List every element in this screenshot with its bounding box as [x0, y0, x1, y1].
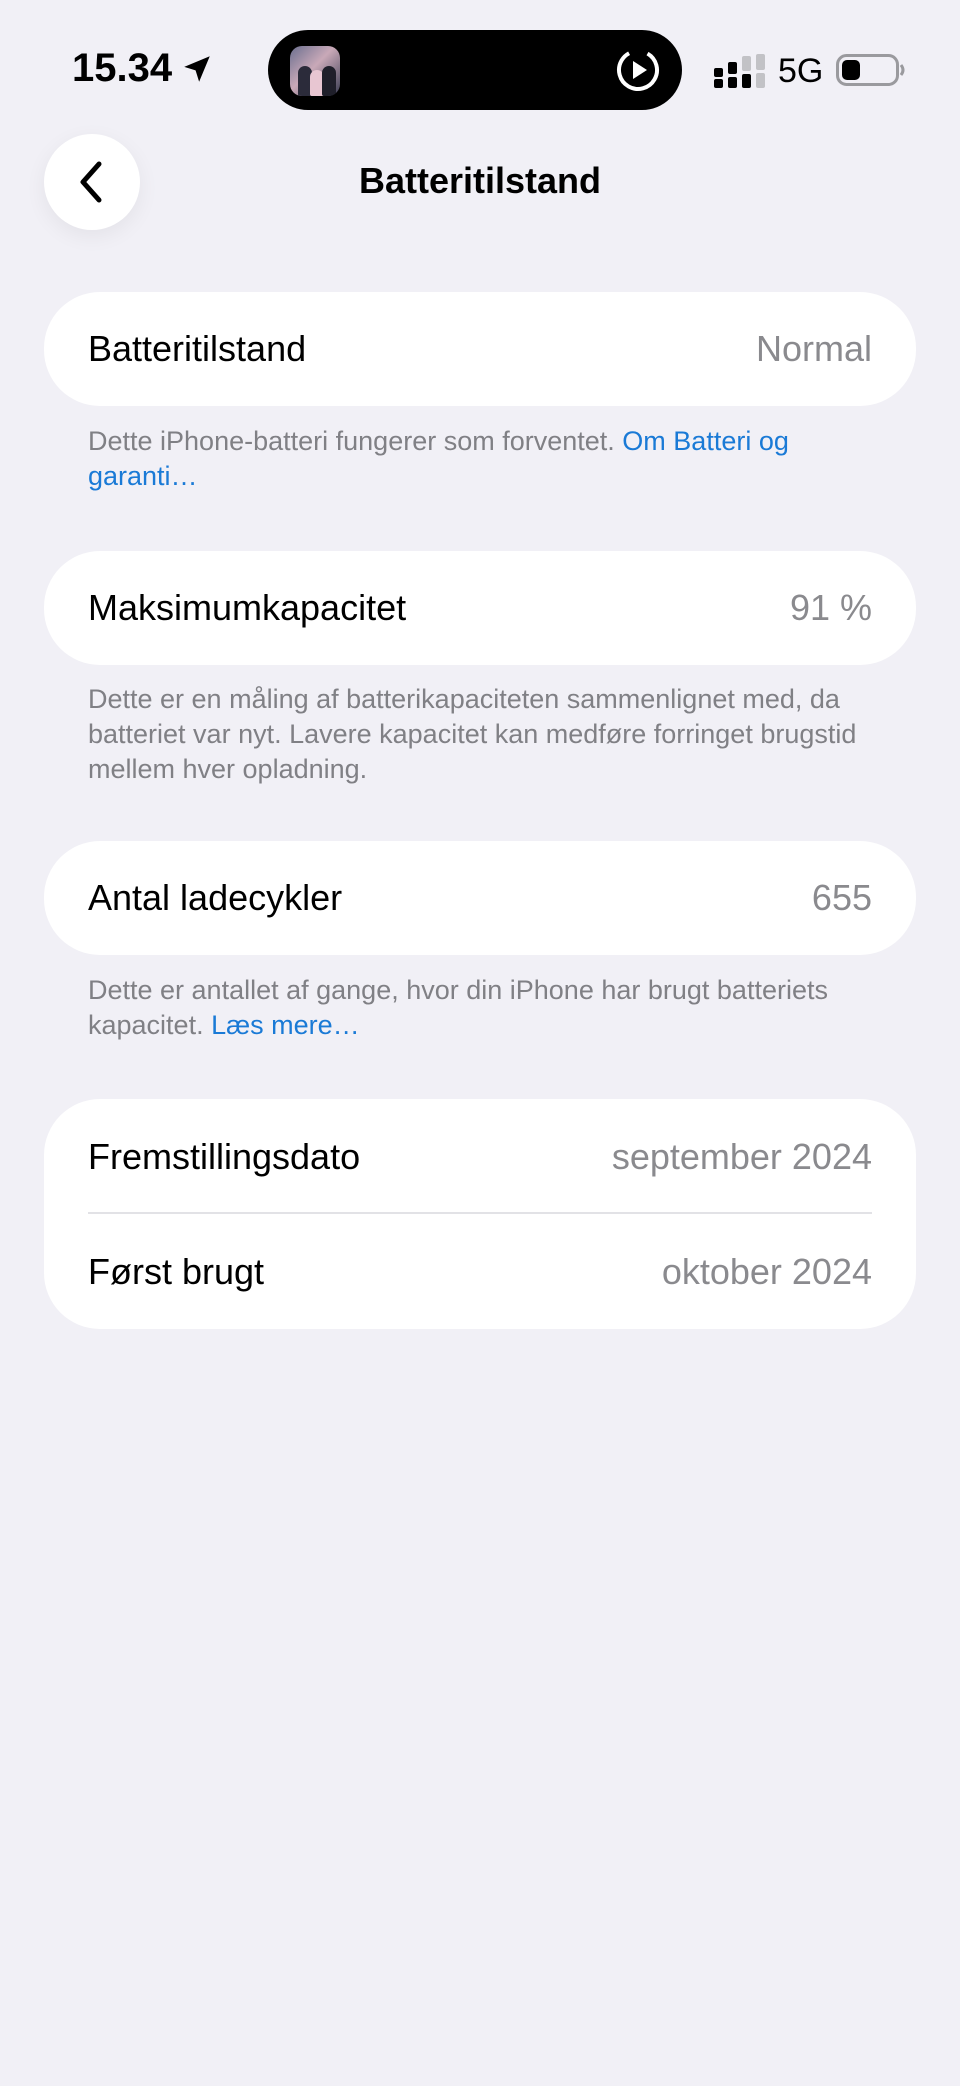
play-circle-icon[interactable]: [616, 48, 660, 92]
read-more-link[interactable]: Læs mere…: [211, 1010, 360, 1040]
status-bar: 15.34 5G: [0, 0, 960, 110]
battery-health-label: Batteritilstand: [88, 328, 307, 369]
dynamic-island[interactable]: [268, 30, 682, 110]
network-type: 5G: [778, 52, 824, 90]
battery-icon: [836, 54, 905, 86]
first-used-value: oktober 2024: [661, 1250, 872, 1292]
battery-health-footnote: Dette iPhone-batteri fungerer som forven…: [88, 424, 888, 494]
page-title: Batteritilstand: [358, 160, 602, 201]
now-playing-thumbnail: [290, 46, 340, 96]
max-capacity-card: Maksimumkapacitet 91 %: [44, 551, 916, 665]
status-time-text: 15.34: [72, 46, 173, 90]
cellular-signal-icon: [714, 54, 765, 88]
max-capacity-row: Maksimumkapacitet 91 %: [44, 551, 916, 665]
manufacture-date-label: Fremstillingsdato: [88, 1135, 361, 1177]
max-capacity-value: 91 %: [789, 587, 872, 628]
battery-health-value: Normal: [755, 328, 872, 369]
battery-health-card: Batteritilstand Normal: [44, 292, 916, 406]
cycle-count-footnote: Dette er antallet af gange, hvor din iPh…: [88, 973, 888, 1043]
status-time: 15.34: [72, 46, 214, 91]
cycle-count-card: Antal ladecykler 655: [44, 841, 916, 955]
battery-health-footnote-text: Dette iPhone-batteri fungerer som forven…: [88, 426, 615, 456]
max-capacity-footnote: Dette er en måling af batterikapaciteten…: [88, 684, 857, 784]
first-used-row: Først brugt oktober 2024: [44, 1214, 916, 1329]
cycle-count-footnote-text: Dette er antallet af gange, hvor din iPh…: [88, 975, 828, 1040]
cycle-count-row: Antal ladecykler 655: [44, 841, 916, 955]
battery-health-row: Batteritilstand Normal: [44, 292, 916, 406]
max-capacity-label: Maksimumkapacitet: [88, 587, 407, 628]
first-used-label: Først brugt: [88, 1250, 265, 1292]
cycle-count-value: 655: [811, 877, 872, 918]
cycle-count-label: Antal ladecykler: [88, 877, 343, 918]
manufacture-date-value: september 2024: [611, 1135, 872, 1177]
battery-dates-card: Fremstillingsdato september 2024 Først b…: [44, 1099, 916, 1329]
location-arrow-icon: [184, 55, 210, 82]
manufacture-date-row: Fremstillingsdato september 2024: [44, 1099, 916, 1214]
